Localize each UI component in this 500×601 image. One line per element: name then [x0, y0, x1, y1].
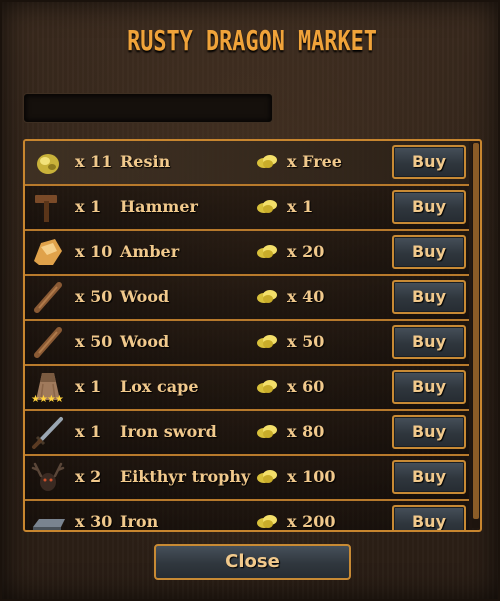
- gold-coins-icon: [257, 200, 277, 213]
- iron-sword-icon: [32, 417, 63, 449]
- list-item: x 1 Iron sword x 80 Buy: [25, 411, 469, 456]
- buy-button[interactable]: Buy: [392, 280, 466, 314]
- item-quantity: x 2: [75, 467, 102, 486]
- buy-button[interactable]: Buy: [392, 370, 466, 404]
- trader-window: Rusty Dragon Market x 11 Resin x Free Bu…: [0, 0, 500, 601]
- item-list: x 11 Resin x Free Buy x 1 Hammer x 1 Buy: [23, 139, 482, 532]
- item-quantity: x 11: [75, 152, 113, 171]
- buy-button[interactable]: Buy: [392, 235, 466, 269]
- resin-icon: [37, 154, 59, 174]
- item-quantity: x 10: [75, 242, 113, 261]
- wood-icon: [34, 327, 62, 358]
- item-quantity: x 30: [75, 512, 113, 531]
- list-item: x 50 Wood x 40 Buy: [25, 276, 469, 321]
- item-quantity: x 1: [75, 377, 102, 396]
- eikthyr-trophy-icon: [31, 462, 65, 491]
- item-name: Iron sword: [120, 422, 217, 441]
- wood-icon: [34, 282, 62, 313]
- item-price: x 1: [287, 197, 314, 216]
- item-name: Wood: [120, 287, 170, 306]
- item-quantity: x 1: [75, 197, 102, 216]
- buy-button[interactable]: Buy: [392, 190, 466, 224]
- item-name: Iron: [120, 512, 159, 531]
- list-item: x 11 Resin x Free Buy: [25, 141, 469, 186]
- item-name: Wood: [120, 332, 170, 351]
- item-name: Amber: [120, 242, 180, 261]
- gold-coins-icon: [257, 470, 277, 483]
- list-scrollbar[interactable]: [472, 143, 480, 528]
- search-input[interactable]: [24, 94, 272, 122]
- gold-coins-icon: [257, 290, 277, 303]
- gold-coins-icon: [257, 245, 277, 258]
- buy-button[interactable]: Buy: [392, 415, 466, 449]
- close-button[interactable]: Close: [154, 544, 351, 580]
- quality-stars: ★★★★: [31, 394, 64, 405]
- list-item: x 10 Amber x 20 Buy: [25, 231, 469, 276]
- market-title: Rusty Dragon Market: [127, 24, 377, 57]
- list-item: x 50 Wood x 50 Buy: [25, 321, 469, 366]
- item-price: x 20: [287, 242, 325, 261]
- gold-coins-icon: [257, 380, 277, 393]
- list-item: x 2 Eikthyr trophy x 100 Buy: [25, 456, 469, 501]
- buy-button[interactable]: Buy: [392, 145, 466, 179]
- hammer-icon: [35, 195, 57, 222]
- buy-button[interactable]: Buy: [392, 325, 466, 359]
- list-item: x 1 Hammer x 1 Buy: [25, 186, 469, 231]
- item-price: x 200: [287, 512, 336, 531]
- buy-button[interactable]: Buy: [392, 460, 466, 494]
- item-quantity: x 50: [75, 332, 113, 351]
- item-name: Eikthyr trophy: [120, 467, 251, 486]
- buy-button[interactable]: Buy: [392, 505, 466, 530]
- gold-coins-icon: [257, 155, 277, 168]
- item-price: x 50: [287, 332, 325, 351]
- item-price: x 40: [287, 287, 325, 306]
- item-price: x 60: [287, 377, 325, 396]
- list-item: ★★★★ x 1 Lox cape x 60 Buy: [25, 366, 469, 411]
- gold-coins-icon: [257, 515, 277, 528]
- iron-bar-icon: [33, 519, 65, 530]
- item-price: x 80: [287, 422, 325, 441]
- item-quantity: x 50: [75, 287, 113, 306]
- item-name: Resin: [120, 152, 171, 171]
- scrollbar-thumb[interactable]: [473, 143, 479, 519]
- list-item: x 30 Iron x 200 Buy: [25, 501, 469, 531]
- item-name: Lox cape: [120, 377, 199, 396]
- item-price: x 100: [287, 467, 336, 486]
- item-name: Hammer: [120, 197, 198, 216]
- item-price: x Free: [287, 152, 342, 171]
- gold-coins-icon: [257, 425, 277, 438]
- gold-coins-icon: [257, 335, 277, 348]
- item-quantity: x 1: [75, 422, 102, 441]
- amber-icon: [34, 239, 62, 265]
